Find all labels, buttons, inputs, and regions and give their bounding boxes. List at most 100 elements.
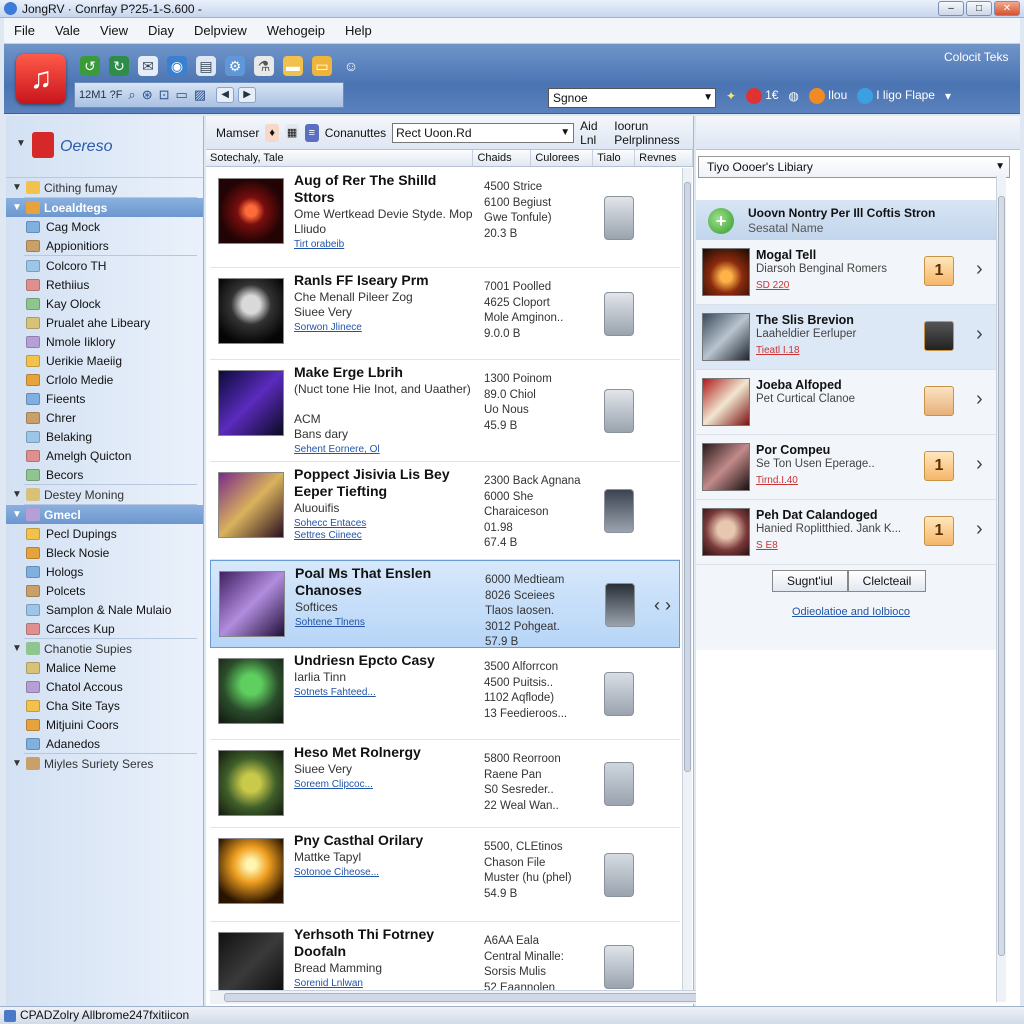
document-icon[interactable]: ▤ [196, 56, 216, 76]
album-art[interactable] [218, 472, 284, 538]
item-link[interactable]: Tirt orabeib [294, 239, 344, 250]
chevron-right-icon[interactable]: › [976, 453, 983, 476]
col-title[interactable]: Sotechaly, Tale [206, 150, 474, 166]
sidebar-item[interactable]: Rethiius [6, 275, 203, 294]
rank-badge[interactable]: 1 [924, 516, 954, 546]
library-item-link[interactable]: Tirnd.I.40 [756, 475, 798, 486]
list-item[interactable]: Heso Met Rolnergy Siuee Very Soreem Clipco… [210, 740, 680, 828]
tag-icon[interactable]: ♦ [265, 123, 280, 142]
signup-button[interactable]: Sugnt'iul [772, 570, 848, 592]
library-link[interactable]: Odieolatioe and Iolbioco [792, 606, 910, 618]
chevron-right-icon[interactable]: › [976, 323, 983, 346]
album-art[interactable] [218, 658, 284, 724]
user-icon[interactable]: ☺ [341, 56, 361, 76]
library-item[interactable]: Mogal Tell Diarsoh Benginal Romers SD 220 1… [696, 240, 996, 305]
catalog-filter-input[interactable]: Rect Uoon.Rd ▼ [392, 122, 575, 143]
image-icon[interactable]: ▨ [194, 87, 206, 103]
flask-icon[interactable]: ⚗ [254, 56, 274, 76]
next-arrow-icon[interactable]: ▶ [238, 87, 257, 103]
library-item-link[interactable]: Tieatl I.18 [756, 345, 800, 356]
item-title[interactable]: Poal Ms That Enslen Chanoses [295, 565, 475, 599]
device-icon[interactable] [604, 672, 634, 716]
item-link[interactable]: Settres Ciineec [294, 530, 362, 541]
col-chaids[interactable]: Chaids [473, 150, 532, 166]
device-icon[interactable] [604, 762, 634, 806]
col-culorees[interactable]: Culorees [531, 150, 594, 166]
maximize-button[interactable]: □ [966, 1, 992, 16]
prev-arrow-icon[interactable]: ◀ [216, 87, 235, 103]
folder-small-icon[interactable]: ▭ [176, 87, 188, 103]
sidebar-item[interactable]: Hologs [6, 562, 203, 581]
menu-wehogeip[interactable]: Wehogeip [257, 23, 335, 38]
globe-small-icon[interactable]: ◍ [788, 89, 798, 103]
expand-icon[interactable]: ▼ [12, 489, 26, 500]
list-item[interactable]: Pny Casthal Orilary Mattke Tapyl Sotonoe C… [210, 828, 680, 922]
folder-icon[interactable]: ▬ [283, 56, 303, 76]
item-link[interactable]: Sotonoe Ciheose... [294, 867, 379, 878]
device-icon[interactable] [605, 583, 635, 627]
item-title[interactable]: Undriesn Epcto Casy [294, 652, 474, 669]
sidebar-item[interactable]: Polcets [6, 581, 203, 600]
item-link[interactable]: Sohtene Tlnens [295, 617, 365, 628]
library-item-thumbnail[interactable] [702, 313, 750, 361]
library-item[interactable]: Por Compeu Se Ton Usen Eperage.. Tirnd.I.4… [696, 435, 996, 500]
album-art[interactable] [218, 278, 284, 344]
tool-item-2[interactable]: Ilou [808, 88, 847, 104]
sidebar-item[interactable]: Samplon & Nale Mulaio [6, 600, 203, 619]
menu-file[interactable]: File [4, 23, 45, 38]
sidebar-item[interactable]: Carcces Kup [6, 619, 203, 638]
list-icon[interactable]: ≡ [304, 123, 319, 142]
album-art[interactable] [219, 571, 285, 637]
item-title[interactable]: Poppect Jisivia Lis Bey Eeper Tiefting [294, 466, 474, 500]
album-art[interactable] [218, 370, 284, 436]
refresh-icon[interactable]: ↻ [109, 56, 129, 76]
sidebar-item[interactable]: Malice Neme [6, 658, 203, 677]
mail-icon[interactable]: ✉ [138, 56, 158, 76]
sidebar-item[interactable]: Fieents [6, 389, 203, 408]
sidebar-group-header[interactable]: ▼ Cithing fumay [6, 178, 203, 197]
expand-icon[interactable]: ▼ [12, 643, 26, 654]
list-item[interactable]: Make Erge Lbrih (Nuct tone Hie Inot, and … [210, 360, 680, 462]
sidebar-group-header[interactable]: ▼ Miyles Suriety Seres [6, 754, 203, 773]
sidebar-item[interactable]: Nmole Iiklory [6, 332, 203, 351]
album-art[interactable] [218, 838, 284, 904]
scroll-thumb[interactable] [684, 182, 691, 772]
library-item-thumbnail[interactable] [702, 443, 750, 491]
library-item[interactable]: Peh Dat Calandoged Hanied Roplitthied. Ja… [696, 500, 996, 565]
close-button[interactable]: ✕ [994, 1, 1020, 16]
view-dropdown[interactable]: Sgnoe ▼ [548, 88, 716, 108]
rank-badge[interactable]: 1 [924, 451, 954, 481]
folder-open-icon[interactable]: ▭ [312, 56, 332, 76]
device-icon[interactable] [604, 945, 634, 989]
sidebar-item[interactable]: Uerikie Maeiig [6, 351, 203, 370]
row-nav-arrows-icon[interactable]: ‹ › [654, 595, 671, 616]
toolbar-right-label[interactable]: Colocit Teks [944, 50, 1008, 64]
library-item[interactable]: Joeba Alfoped Pet Curtical Clanoe › [696, 370, 996, 435]
globe-icon[interactable]: ◉ [167, 56, 187, 76]
vertical-scrollbar[interactable] [682, 168, 692, 1002]
menu-help[interactable]: Help [335, 23, 382, 38]
library-item[interactable]: The Slis Brevion Laaheldier Eerluper Tieat… [696, 305, 996, 370]
sidebar-item[interactable]: Kay Olock [6, 294, 203, 313]
expand-icon[interactable]: ▼ [12, 182, 26, 193]
device-icon[interactable] [604, 853, 634, 897]
sidebar-item[interactable]: Chatol Accous [6, 677, 203, 696]
album-art[interactable] [218, 178, 284, 244]
star-icon[interactable]: ✦ [726, 89, 736, 103]
chevron-right-icon[interactable]: › [976, 388, 983, 411]
sidebar-item[interactable]: Crlolo Medie [6, 370, 203, 389]
item-title[interactable]: Aug of Rer The Shilld Sttors [294, 172, 474, 206]
menu-vale[interactable]: Vale [45, 23, 90, 38]
menu-delpview[interactable]: Delpview [184, 23, 257, 38]
device-icon[interactable] [604, 292, 634, 336]
item-title[interactable]: Pny Casthal Orilary [294, 832, 474, 849]
item-link[interactable]: Sehent Eornere, Ol [294, 444, 380, 455]
list-item[interactable]: Poal Ms That Enslen Chanoses Softices Soht… [210, 560, 680, 648]
expand-icon[interactable]: ▼ [12, 202, 26, 213]
list-item[interactable]: Aug of Rer The Shilld Sttors Ome Wertkead… [210, 168, 680, 268]
music-note-icon[interactable]: ♫ [16, 54, 66, 104]
chevron-right-icon[interactable]: › [976, 518, 983, 541]
item-title[interactable]: Yerhsoth Thi Fotrney Doofaln [294, 926, 474, 960]
catalog-label-1[interactable]: Mamser [216, 126, 259, 140]
search-icon[interactable]: ⌕ [128, 87, 135, 103]
